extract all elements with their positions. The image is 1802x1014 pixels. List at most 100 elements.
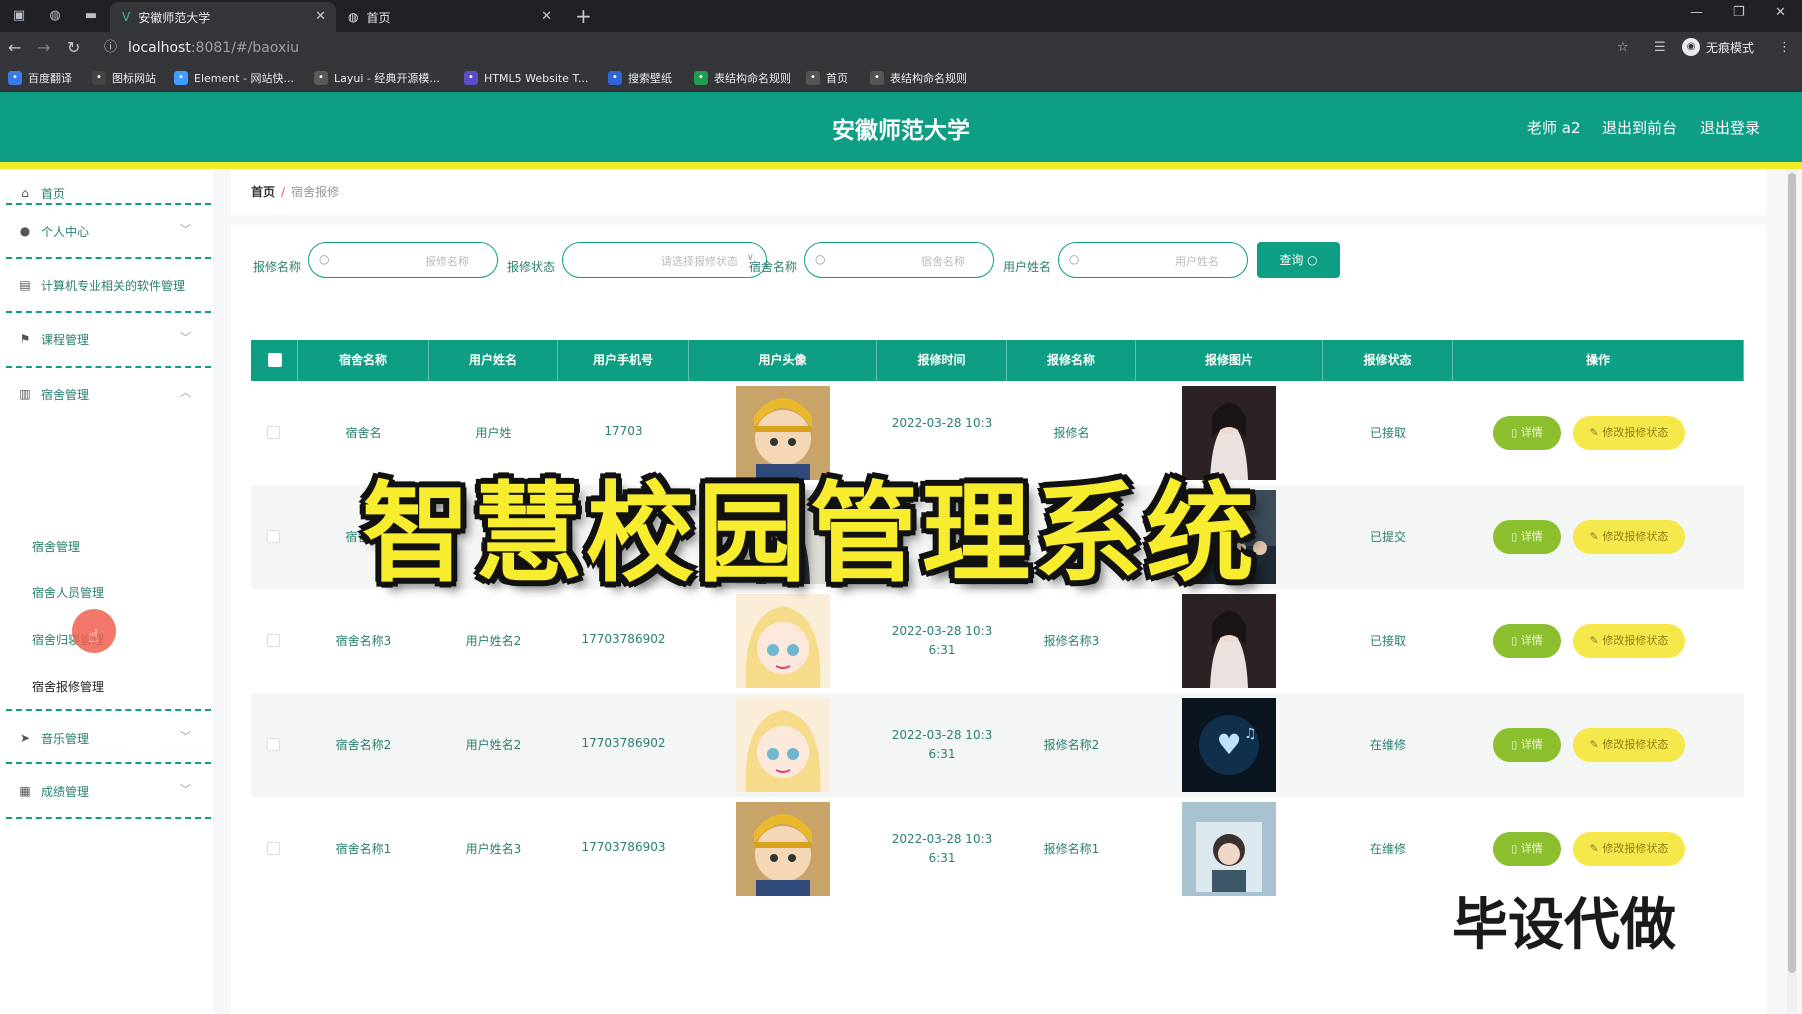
reading-list-icon[interactable]: ☰ [1654,40,1666,55]
sidebar-item-software[interactable]: ▤ 计算机专业相关的软件管理 [0,261,213,315]
document-icon: ▯ [1511,738,1521,751]
menu-icon[interactable]: ⋮ [1778,40,1791,55]
incognito-label: 无痕模式 [1706,40,1755,55]
sidebar-item-music[interactable]: ➤ 音乐管理 ﹀ [0,714,213,768]
query-button[interactable]: 查询 ○ [1257,242,1340,278]
detail-button[interactable]: ▯ 详情 [1493,624,1561,658]
html5-icon: • [464,71,478,85]
edit-status-button[interactable]: ✎ 修改报修状态 [1573,832,1685,866]
row-checkbox[interactable] [267,426,280,439]
column-header: 用户手机号 [558,340,689,381]
reload-icon[interactable]: ↻ [67,38,80,57]
repair-name-input[interactable]: ○ 报修名称 [308,242,498,278]
chevron-down-icon: ﹀ [180,730,191,743]
send-icon: ➤ [19,731,31,745]
bookmark-item[interactable]: • 搜索壁纸 [608,70,672,86]
bookmark-item[interactable]: • 图标网站 [92,70,156,86]
sidebar-item-profile[interactable]: ● 个人中心 ﹀ [0,207,213,261]
detail-button[interactable]: ▯ 详情 [1493,832,1561,866]
sidebar-item-label: 宿舍管理 [41,388,90,402]
user-label[interactable]: 老师 a2 [1527,117,1581,138]
row-checkbox[interactable] [267,530,280,543]
tab-actions-icon[interactable]: ▣ [10,7,28,25]
bookmark-item[interactable]: • Element - 网站快... [174,70,294,86]
user-name-input[interactable]: ○ 用户姓名 [1058,242,1248,278]
edit-status-button[interactable]: ✎ 修改报修状态 [1573,728,1685,762]
star-icon[interactable]: ☆ [1617,40,1629,55]
bookmark-label: 百度翻译 [28,72,72,85]
window-close-icon[interactable]: ✕ [1775,5,1786,20]
page-scrollbar[interactable] [1787,169,1797,1014]
bookmark-label: 首页 [826,72,848,85]
minimize-icon[interactable]: — [1690,5,1703,20]
detail-button[interactable]: ▯ 详情 [1493,416,1561,450]
sidebar-item-courses[interactable]: ⚑ 课程管理 ﹀ [0,315,213,369]
back-icon[interactable]: ← [8,38,21,57]
bookmark-item[interactable]: • 表结构命名规则 [694,70,791,86]
dorm-name-input[interactable]: ○ 宿舍名称 [804,242,994,278]
close-icon[interactable]: ✕ [541,9,552,24]
edit-status-button[interactable]: ✎ 修改报修状态 [1573,520,1685,554]
bookmark-item[interactable]: • 百度翻译 [8,70,72,86]
sidebar-subitem-dorm[interactable]: 宿舍管理 [32,538,80,555]
sidebar-subitem-dorm-repair[interactable]: 宿舍报修管理 [32,678,104,695]
restore-icon[interactable]: ❐ [1733,5,1745,20]
edit-icon: ✎ [1589,738,1603,751]
url-field[interactable]: ⓘ localhost:8081/#/baoxiu [96,35,1696,61]
new-tab-button[interactable]: + [575,4,592,28]
column-header: 宿舍名称 [298,340,429,381]
browser-tab[interactable]: ◍ 首页 ✕ [336,2,562,32]
placeholder: 用户姓名 [1175,255,1219,268]
close-icon[interactable]: ✕ [315,9,326,24]
tab-title: 安徽师范大学 [138,10,211,25]
header-accent-line [0,162,1802,169]
bookmark-label: HTML5 Website T... [484,71,589,85]
edit-status-button[interactable]: ✎ 修改报修状态 [1573,416,1685,450]
grid-icon: ▦ [19,784,31,798]
bookmark-item[interactable]: • HTML5 Website T... [464,70,588,86]
cell-dorm-name: 宿舍名称3 [335,634,392,648]
sidebar-item-grades[interactable]: ▦ 成绩管理 ﹀ [0,767,213,821]
select-all-checkbox[interactable] [268,353,282,367]
forward-icon[interactable]: → [37,38,50,57]
column-header: 操作 [1453,340,1744,381]
edit-icon: ✎ [1589,530,1603,543]
bookmark-label: 图标网站 [112,72,156,85]
globe-icon[interactable]: ◍ [46,7,64,25]
globe-icon: • [806,71,820,85]
sidebar-item-label: 课程管理 [41,333,90,347]
detail-button[interactable]: ▯ 详情 [1493,520,1561,554]
scrollbar-thumb[interactable] [1788,173,1796,973]
breadcrumb-home[interactable]: 首页 [251,185,275,199]
incognito-badge[interactable]: ◉ 无痕模式 [1682,38,1754,56]
document-icon: ▯ [1511,634,1521,647]
cell-user-name: 用户姓名3 [465,842,522,856]
logout-link[interactable]: 退出登录 [1700,117,1760,138]
divider [6,203,211,205]
sidebar-subitem-dorm-members[interactable]: 宿舍人员管理 [32,584,104,601]
edit-icon: ✎ [1589,634,1603,647]
edit-status-button[interactable]: ✎ 修改报修状态 [1573,624,1685,658]
info-icon[interactable]: ⓘ [104,35,117,61]
search-icon: ○ [319,252,330,266]
divider [6,311,211,313]
chevron-up-icon: ︿ [180,386,191,399]
bookmark-item[interactable]: • 首页 [806,70,848,86]
row-checkbox[interactable] [267,634,280,647]
row-checkbox[interactable] [267,738,280,751]
cell-status: 已接取 [1369,634,1406,648]
sidebar-item-label: 音乐管理 [41,732,90,746]
to-front-link[interactable]: 退出到前台 [1602,117,1677,138]
bookmark-label: 搜索壁纸 [628,72,672,85]
sidebar-item-dorm[interactable]: ▥ 宿舍管理 ︿ [0,370,213,424]
detail-button[interactable]: ▯ 详情 [1493,728,1561,762]
edit-button-label: 修改报修状态 [1602,426,1669,439]
row-checkbox[interactable] [267,842,280,855]
repair-status-select[interactable]: 请选择报修状态 ∨ [562,242,767,278]
bookmark-item[interactable]: • 表结构命名规则 [870,70,967,86]
browser-tab-active[interactable]: V 安徽师范大学 ✕ [110,2,336,32]
tab-title: 首页 [366,10,391,25]
briefcase-icon: ▤ [19,278,31,292]
bookmark-item[interactable]: • Layui - 经典开源模... [314,70,440,86]
window-icon[interactable]: ▬ [82,7,100,25]
